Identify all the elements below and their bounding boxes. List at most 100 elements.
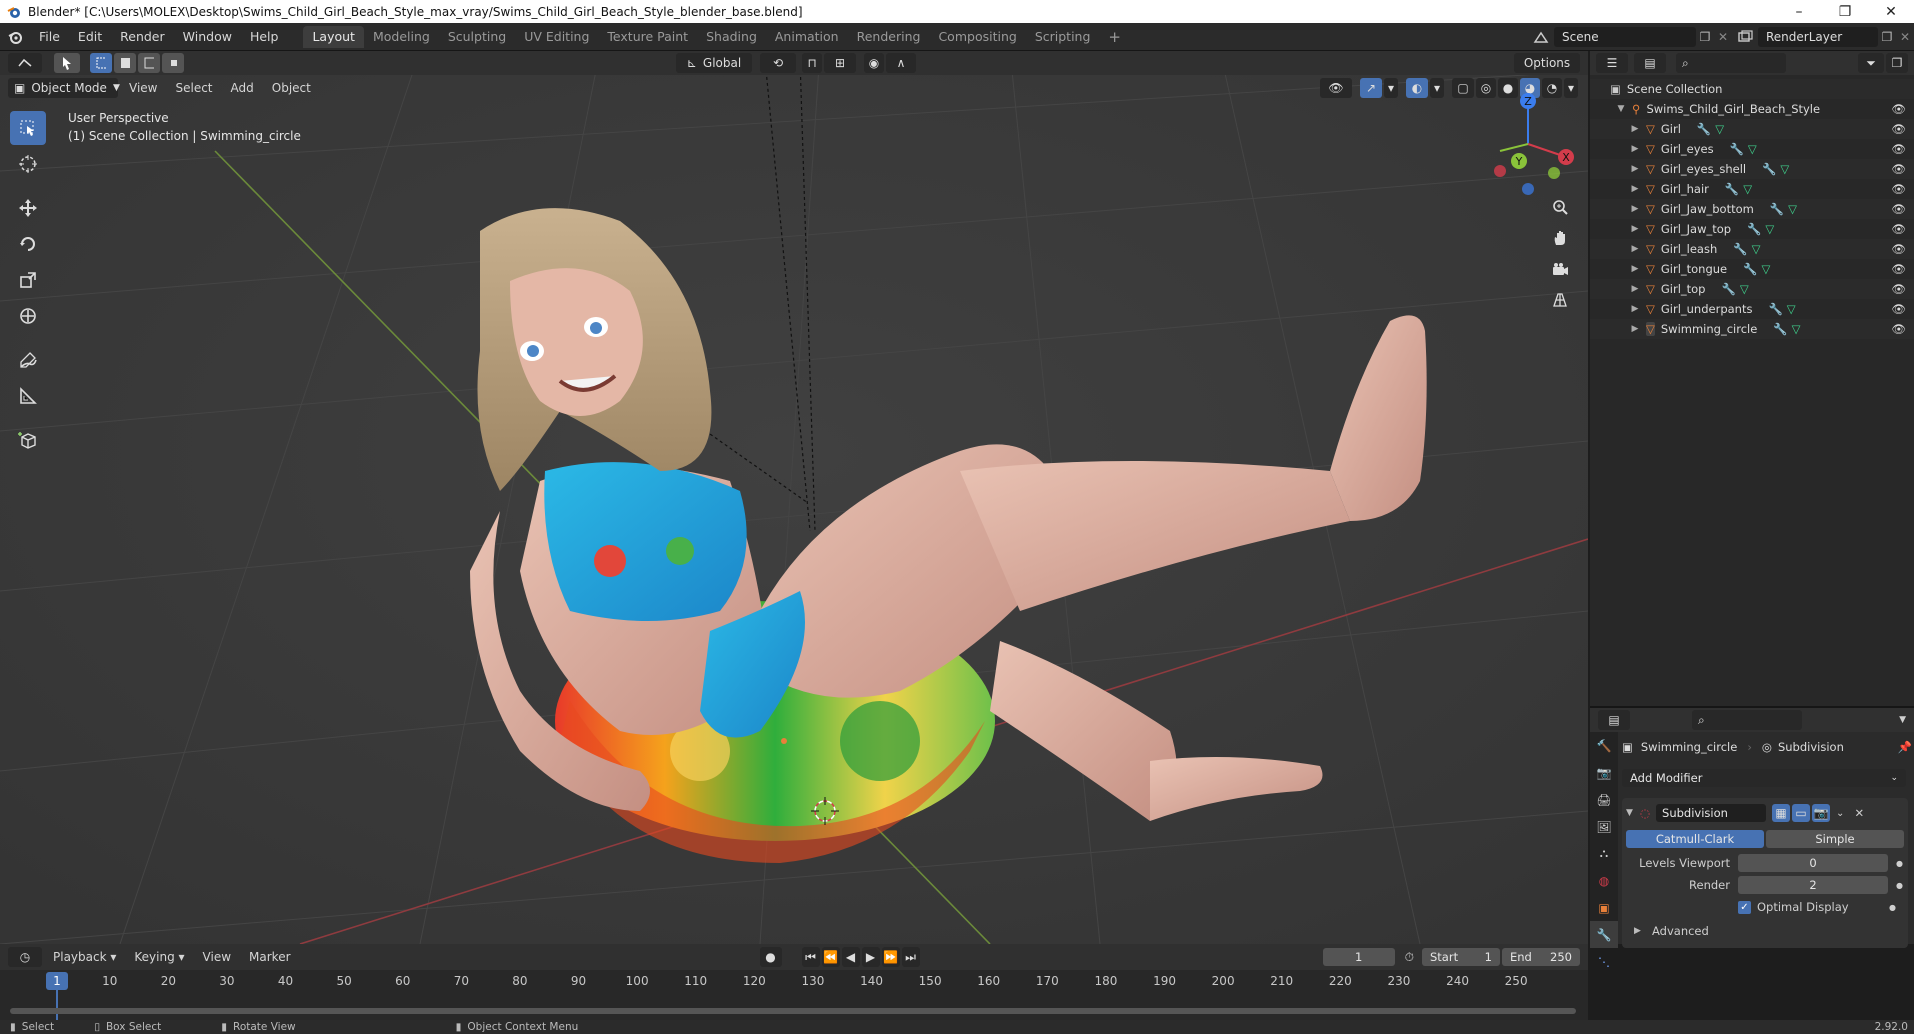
outliner-row-object-selected[interactable]: ▶ ▽ Swimming_circle 🔧 ▽ 👁 [1590, 319, 1914, 339]
blender-menu-icon[interactable] [0, 29, 30, 45]
select-mode-extend-icon[interactable] [114, 53, 136, 73]
tab-layout[interactable]: Layout [303, 25, 364, 48]
timeline-area[interactable]: 10 20 30 40 50 60 70 80 90 100 110 120 130 140 150 160 1… [0, 970, 1588, 1020]
visibility-eye-icon[interactable]: 👁 [1891, 202, 1906, 216]
new-collection-icon[interactable]: ❐ [1886, 53, 1908, 73]
expand-triangle-icon[interactable]: ▶ [1630, 304, 1640, 314]
view-layer-icon[interactable] [1732, 29, 1758, 44]
transform-tool[interactable] [10, 299, 46, 333]
menu-add[interactable]: Add [222, 81, 263, 95]
outliner-row-object[interactable]: ▶ ▽ Girl_tongue 🔧 ▽ 👁 [1590, 259, 1914, 279]
visibility-eye-icon[interactable]: 👁 [1891, 222, 1906, 236]
visibility-eye-icon[interactable]: 👁 [1891, 262, 1906, 276]
tab-shading[interactable]: Shading [697, 26, 766, 48]
tool-tab-icon[interactable]: 🔨 [1590, 732, 1618, 759]
tab-uv-editing[interactable]: UV Editing [515, 26, 598, 48]
world-tab-icon[interactable]: ◍ [1590, 867, 1618, 894]
proportional-edit-icon[interactable]: ◉ [864, 53, 884, 73]
outliner-row-object[interactable]: ▶ ▽ Girl_top 🔧 ▽ 👁 [1590, 279, 1914, 299]
menu-object[interactable]: Object [263, 81, 320, 95]
expand-triangle-icon[interactable]: ▶ [1626, 926, 1646, 936]
timeline-scrollbar[interactable] [10, 1008, 1576, 1014]
select-tool-icon[interactable] [54, 53, 80, 73]
navigation-gizmo[interactable]: Z X Y [1478, 89, 1578, 199]
expand-triangle-icon[interactable]: ▶ [1630, 224, 1640, 234]
filter-icon[interactable]: ⏷ [1858, 53, 1884, 73]
overlay-toggle-icon[interactable]: ◐ [1406, 78, 1428, 98]
add-modifier-dropdown[interactable]: Add Modifier ⌄ [1622, 769, 1906, 787]
outliner-row-object[interactable]: ▶ ▽ Girl_leash 🔧 ▽ 👁 [1590, 239, 1914, 259]
3d-viewport[interactable]: User Perspective (1) Scene Collection | … [0, 51, 1588, 944]
options-dropdown[interactable]: Options [1514, 53, 1580, 73]
menu-marker[interactable]: Marker [240, 950, 299, 964]
select-mode-new-icon[interactable] [90, 53, 112, 73]
pin-icon[interactable]: 📌 [1898, 740, 1912, 754]
menu-playback[interactable]: Playback ▾ [44, 950, 125, 964]
properties-editor-type-icon[interactable]: ▤ [1598, 710, 1630, 730]
expand-triangle-icon[interactable]: ▶ [1630, 204, 1640, 214]
optimal-display-checkbox[interactable]: ✓ [1738, 900, 1751, 914]
outliner-row-scene-collection[interactable]: ▣ Scene Collection [1590, 79, 1914, 99]
camera-view-icon[interactable] [1546, 255, 1574, 283]
visibility-eye-icon[interactable]: 👁 [1891, 322, 1906, 336]
scene-field[interactable]: Scene [1554, 26, 1696, 47]
keyframe-dot-icon[interactable]: ● [1896, 881, 1903, 890]
jump-next-keyframe-icon[interactable]: ⏩ [881, 947, 900, 967]
visibility-eye-icon[interactable]: 👁 [1891, 122, 1906, 136]
add-workspace-button[interactable]: + [1099, 26, 1130, 48]
menu-window[interactable]: Window [174, 23, 241, 51]
visibility-eye-icon[interactable]: 👁 [1891, 102, 1906, 116]
tab-animation[interactable]: Animation [766, 26, 848, 48]
cursor-tool[interactable] [10, 147, 46, 181]
particles-tab-icon[interactable]: ⋱ [1590, 948, 1618, 975]
menu-file[interactable]: File [30, 23, 69, 51]
scale-tool[interactable] [10, 263, 46, 297]
add-cube-tool[interactable] [10, 423, 46, 457]
delete-layer-icon[interactable]: ✕ [1896, 30, 1914, 44]
menu-timeline-view[interactable]: View [194, 950, 240, 964]
outliner-row-object[interactable]: ▶ ▽ Girl_hair 🔧 ▽ 👁 [1590, 179, 1914, 199]
new-scene-icon[interactable]: ❐ [1696, 30, 1714, 44]
timeline-editor-type-icon[interactable]: ◷ [8, 947, 42, 967]
play-reverse-icon[interactable]: ◀ [841, 947, 860, 967]
jump-start-icon[interactable]: ⏮ [801, 947, 820, 967]
outliner-search-input[interactable]: ⌕ [1676, 53, 1786, 73]
rotate-tool[interactable] [10, 227, 46, 261]
outliner-row-object[interactable]: ▶ ▽ Girl_eyes_shell 🔧 ▽ 👁 [1590, 159, 1914, 179]
keyframe-dot-icon[interactable]: ● [1889, 903, 1896, 912]
play-icon[interactable]: ▶ [861, 947, 880, 967]
outliner-row-object[interactable]: ▶ ▽ Girl_eyes 🔧 ▽ 👁 [1590, 139, 1914, 159]
start-frame-field[interactable]: Start 1 [1422, 948, 1500, 966]
properties-search-input[interactable]: ⌕ [1692, 710, 1802, 730]
object-tab-icon[interactable]: ▣ [1590, 894, 1618, 921]
editor-type-icon[interactable] [8, 53, 42, 73]
outliner-row-object[interactable]: ▶ ▽ Girl_Jaw_top 🔧 ▽ 👁 [1590, 219, 1914, 239]
select-mode-subtract-icon[interactable] [138, 53, 160, 73]
expand-triangle-icon[interactable]: ▶ [1630, 284, 1640, 294]
menu-view[interactable]: View [120, 81, 166, 95]
pan-hand-icon[interactable] [1546, 224, 1574, 252]
perspective-toggle-icon[interactable] [1546, 286, 1574, 314]
simple-button[interactable]: Simple [1766, 830, 1904, 848]
tab-sculpting[interactable]: Sculpting [439, 26, 515, 48]
new-layer-icon[interactable]: ❐ [1878, 30, 1896, 44]
collapse-triangle-icon[interactable]: ▼ [1626, 808, 1640, 818]
visibility-eye-icon[interactable]: 👁 [1891, 302, 1906, 316]
scene-selector-icon[interactable] [1528, 30, 1554, 44]
render-tab-icon[interactable]: 📷 [1590, 759, 1618, 786]
current-frame-field[interactable]: 1 [1322, 948, 1395, 966]
scene-tab-icon[interactable]: ⛬ [1590, 840, 1618, 867]
close-window-button[interactable]: ✕ [1868, 0, 1914, 23]
zoom-icon[interactable] [1546, 193, 1574, 221]
advanced-subpanel-label[interactable]: Advanced [1652, 924, 1709, 938]
delete-scene-icon[interactable]: ✕ [1714, 30, 1732, 44]
gizmo-toggle-icon[interactable]: ↗ [1360, 78, 1382, 98]
visibility-eye-icon[interactable]: 👁 [1891, 142, 1906, 156]
gizmo-dropdown-icon[interactable]: ▾ [1384, 78, 1398, 98]
jump-end-icon[interactable]: ⏭ [901, 947, 920, 967]
visibility-filter-icon[interactable]: 👁 [1320, 78, 1352, 98]
measure-tool[interactable] [10, 379, 46, 413]
snap-toggle-icon[interactable]: ⊓ [802, 53, 822, 73]
tab-scripting[interactable]: Scripting [1026, 26, 1100, 48]
tab-rendering[interactable]: Rendering [848, 26, 930, 48]
